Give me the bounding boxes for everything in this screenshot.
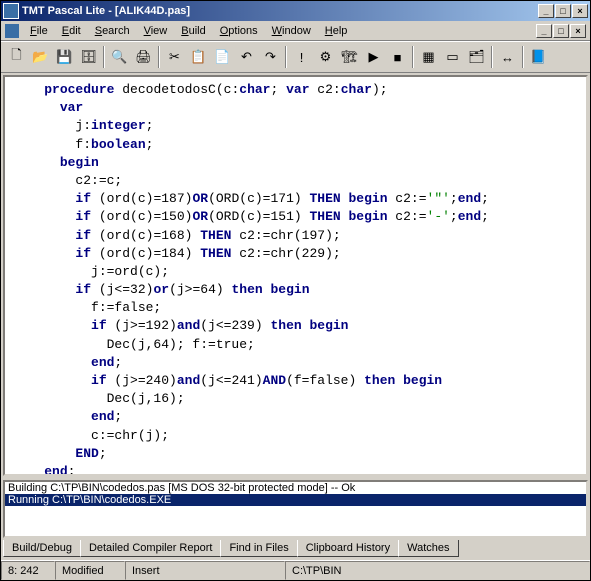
close-button[interactable]: ×	[572, 4, 588, 18]
save-all-icon[interactable]: 🗄	[77, 46, 100, 69]
toolbar-separator	[522, 46, 524, 68]
output-line[interactable]: Building C:\TP\BIN\codedos.pas [MS DOS 3…	[5, 482, 586, 494]
toggle-icon[interactable]: ↔	[496, 46, 519, 69]
app-icon	[3, 3, 19, 19]
editor-area[interactable]: procedure decodetodosC(c:char; var c2:ch…	[3, 75, 588, 476]
mdi-restore-button[interactable]: □	[553, 24, 569, 38]
build-icon[interactable]: 🏗	[338, 46, 361, 69]
mdi-buttons: _ □ ×	[536, 24, 586, 38]
toolbar-separator	[491, 46, 493, 68]
statusbar: 8: 242 Modified Insert C:\TP\BIN	[1, 560, 590, 580]
status-path: C:\TP\BIN	[285, 561, 590, 580]
toolbar-separator	[285, 46, 287, 68]
status-insert: Insert	[125, 561, 285, 580]
run-icon[interactable]: ▶	[362, 46, 385, 69]
redo-icon[interactable]: ↷	[259, 46, 282, 69]
menu-options[interactable]: Options	[213, 23, 265, 39]
output-line[interactable]: Running C:\TP\BIN\codedos.EXE	[5, 494, 586, 506]
new-file-icon[interactable]: 🗋	[5, 46, 28, 69]
undo-icon[interactable]: ↶	[235, 46, 258, 69]
menu-file[interactable]: File	[23, 23, 55, 39]
paste-icon[interactable]: 📄	[211, 46, 234, 69]
copy-icon[interactable]: 📋	[187, 46, 210, 69]
tab-detailed-compiler-report[interactable]: Detailed Compiler Report	[80, 540, 222, 557]
window-buttons: _ □ ×	[538, 4, 588, 18]
toolbar-separator	[412, 46, 414, 68]
menu-search[interactable]: Search	[88, 23, 137, 39]
mdi-minimize-button[interactable]: _	[536, 24, 552, 38]
menubar: FileEditSearchViewBuildOptionsWindowHelp…	[1, 21, 590, 41]
status-modified: Modified	[55, 561, 125, 580]
output-panel[interactable]: Building C:\TP\BIN\codedos.pas [MS DOS 3…	[3, 480, 588, 538]
print-icon[interactable]: 🖨	[132, 46, 155, 69]
minimize-button[interactable]: _	[538, 4, 554, 18]
tab-clipboard-history[interactable]: Clipboard History	[297, 540, 399, 557]
print-preview-icon[interactable]: 🔍	[108, 46, 131, 69]
code-editor[interactable]: procedure decodetodosC(c:char; var c2:ch…	[5, 77, 586, 476]
cascade-icon[interactable]: ▭	[441, 46, 464, 69]
help-icon[interactable]: 📘	[527, 46, 550, 69]
compile-icon[interactable]: ⚙	[314, 46, 337, 69]
menu-window[interactable]: Window	[265, 23, 318, 39]
maximize-button[interactable]: □	[555, 4, 571, 18]
menu-edit[interactable]: Edit	[55, 23, 88, 39]
toolbar: 🗋📂💾🗄 🔍🖨 ✂📋📄↶↷!⚙🏗▶■ ▦▭🗂 ↔ 📘	[1, 41, 590, 73]
exclaim-icon[interactable]: !	[290, 46, 313, 69]
status-position: 8: 242	[1, 561, 55, 580]
open-file-icon[interactable]: 📂	[29, 46, 52, 69]
save-icon[interactable]: 💾	[53, 46, 76, 69]
menu-build[interactable]: Build	[174, 23, 212, 39]
cut-icon[interactable]: ✂	[163, 46, 186, 69]
system-menu-icon[interactable]	[5, 24, 19, 38]
titlebar: TMT Pascal Lite - [ALIK44D.pas] _ □ ×	[1, 1, 590, 21]
close-all-icon[interactable]: 🗂	[465, 46, 488, 69]
tile-icon[interactable]: ▦	[417, 46, 440, 69]
menu-view[interactable]: View	[137, 23, 175, 39]
bottom-tabs: Build/DebugDetailed Compiler ReportFind …	[1, 540, 590, 560]
tab-watches[interactable]: Watches	[398, 540, 458, 557]
stop-icon[interactable]: ■	[386, 46, 409, 69]
menu-help[interactable]: Help	[318, 23, 355, 39]
tab-find-in-files[interactable]: Find in Files	[220, 540, 297, 557]
mdi-close-button[interactable]: ×	[570, 24, 586, 38]
tab-build-debug[interactable]: Build/Debug	[3, 540, 81, 557]
window-title: TMT Pascal Lite - [ALIK44D.pas]	[22, 5, 538, 17]
app-window: TMT Pascal Lite - [ALIK44D.pas] _ □ × Fi…	[0, 0, 591, 581]
toolbar-separator	[103, 46, 105, 68]
toolbar-separator	[158, 46, 160, 68]
